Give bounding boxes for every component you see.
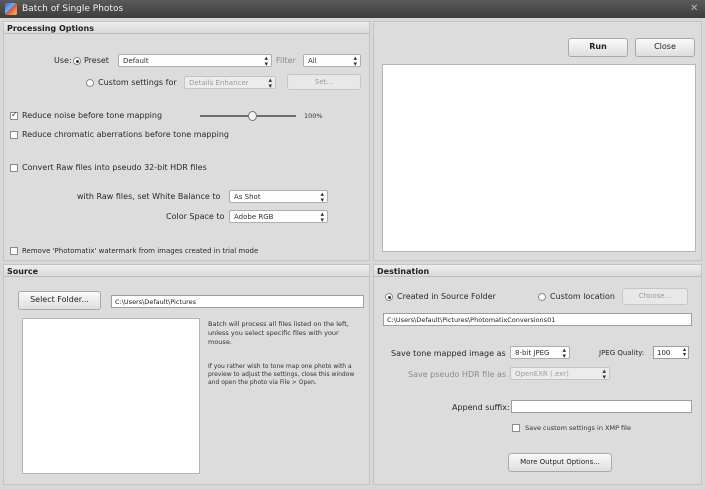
- jpeg-quality-field[interactable]: 100 ▴ ▾: [653, 346, 689, 359]
- save-tone-label: Save tone mapped image as: [391, 349, 506, 358]
- reduce-noise-checkbox[interactable]: [10, 110, 18, 120]
- source-info-text-1: Batch will process all files listed on t…: [208, 320, 349, 346]
- slider-thumb[interactable]: [248, 111, 258, 121]
- custom-settings-label: Custom settings for: [98, 78, 177, 87]
- color-space-label: Color Space to: [166, 212, 225, 221]
- reduce-ca-checkbox[interactable]: [10, 131, 18, 139]
- filter-value: All: [308, 57, 317, 65]
- filter-label: Filter: [276, 56, 296, 65]
- save-hdr-select[interactable]: OpenEXR (.exr) ▴ ▾: [510, 367, 610, 380]
- select-arrows-icon: ▴ ▾: [320, 190, 324, 203]
- processing-options-panel: Processing Options Use: Preset Default ▴…: [3, 21, 370, 261]
- custom-settings-select[interactable]: Details Enhancer ▴ ▾: [184, 76, 276, 89]
- use-label: Use:: [54, 56, 72, 65]
- source-file-list[interactable]: [22, 318, 200, 474]
- append-suffix-label: Append suffix:: [452, 403, 510, 412]
- select-folder-button[interactable]: Select Folder...: [18, 291, 101, 310]
- color-space-select[interactable]: Adobe RGB ▴ ▾: [229, 210, 328, 223]
- white-balance-label: with Raw files, set White Balance to: [77, 192, 221, 201]
- white-balance-select[interactable]: As Shot ▴ ▾: [229, 190, 328, 203]
- custom-settings-radio[interactable]: [86, 79, 94, 87]
- reduce-noise-slider[interactable]: [200, 111, 296, 121]
- destination-header: Destination: [374, 265, 701, 277]
- select-arrows-icon: ▴ ▾: [268, 76, 272, 89]
- source-info-text-2: If you rather wish to tone map one photo…: [208, 363, 355, 386]
- convert-raw-label: Convert Raw files into pseudo 32-bit HDR…: [22, 163, 207, 172]
- color-space-value: Adobe RGB: [234, 213, 274, 221]
- select-arrows-icon: ▴ ▾: [562, 346, 566, 359]
- filter-select[interactable]: All ▴ ▾: [303, 54, 361, 67]
- preset-value: Default: [123, 57, 149, 65]
- reduce-ca-label: Reduce chromatic aberrations before tone…: [22, 130, 229, 139]
- run-button[interactable]: Run: [568, 38, 628, 57]
- preset-select[interactable]: Default ▴ ▾: [118, 54, 272, 67]
- close-icon[interactable]: ✕: [690, 3, 698, 14]
- convert-raw-checkbox[interactable]: [10, 164, 18, 172]
- created-in-source-radio[interactable]: [385, 293, 393, 301]
- select-arrows-icon: ▴ ▾: [320, 210, 324, 223]
- preview-panel: Run Close: [373, 21, 702, 261]
- jpeg-quality-value: 100: [657, 349, 671, 357]
- created-in-source-label: Created in Source Folder: [397, 292, 496, 301]
- save-tone-value: 8-bit JPEG: [515, 349, 550, 357]
- custom-settings-value: Details Enhancer: [189, 79, 249, 87]
- watermark-checkbox[interactable]: [10, 247, 18, 255]
- source-panel: Source Select Folder... C:\Users\Default…: [3, 264, 370, 485]
- append-suffix-field[interactable]: [511, 400, 692, 413]
- save-tone-select[interactable]: 8-bit JPEG ▴ ▾: [510, 346, 570, 359]
- source-header: Source: [4, 265, 369, 277]
- select-arrows-icon: ▴ ▾: [602, 367, 606, 380]
- select-arrows-icon: ▴ ▾: [264, 54, 268, 67]
- app-icon: [5, 3, 17, 15]
- save-hdr-value: OpenEXR (.exr): [515, 370, 569, 378]
- jpeg-quality-label: JPEG Quality:: [599, 349, 645, 357]
- select-arrows-icon: ▴ ▾: [353, 54, 357, 67]
- choose-button[interactable]: Choose...: [622, 288, 688, 305]
- destination-panel: Destination Created in Source Folder Cus…: [373, 264, 702, 485]
- more-output-button[interactable]: More Output Options...: [508, 453, 612, 472]
- preset-radio[interactable]: [73, 57, 81, 65]
- xmp-checkbox[interactable]: [512, 424, 520, 432]
- xmp-label: Save custom settings in XMP file: [525, 424, 631, 432]
- custom-location-label: Custom location: [550, 292, 615, 301]
- close-button[interactable]: Close: [635, 38, 695, 57]
- reduce-noise-label: Reduce noise before tone mapping: [22, 111, 163, 120]
- custom-location-radio[interactable]: [538, 293, 546, 301]
- processing-options-header: Processing Options: [4, 22, 369, 34]
- watermark-label: Remove 'Photomatix' watermark from image…: [22, 247, 259, 255]
- set-button[interactable]: Set...: [287, 74, 361, 90]
- preview-area: [382, 64, 696, 252]
- source-path-field[interactable]: C:\Users\Default\Pictures: [111, 295, 364, 308]
- save-hdr-label: Save pseudo HDR file as: [408, 370, 507, 379]
- window-title: Batch of Single Photos: [22, 4, 124, 14]
- reduce-noise-percent: 100%: [304, 112, 323, 120]
- preset-label: Preset: [84, 56, 109, 65]
- stepper-arrows-icon[interactable]: ▴ ▾: [683, 347, 686, 358]
- title-bar: Batch of Single Photos ✕: [0, 0, 705, 18]
- destination-path-field[interactable]: C:\Users\Default\Pictures\PhotomatixConv…: [383, 313, 692, 326]
- white-balance-value: As Shot: [234, 193, 261, 201]
